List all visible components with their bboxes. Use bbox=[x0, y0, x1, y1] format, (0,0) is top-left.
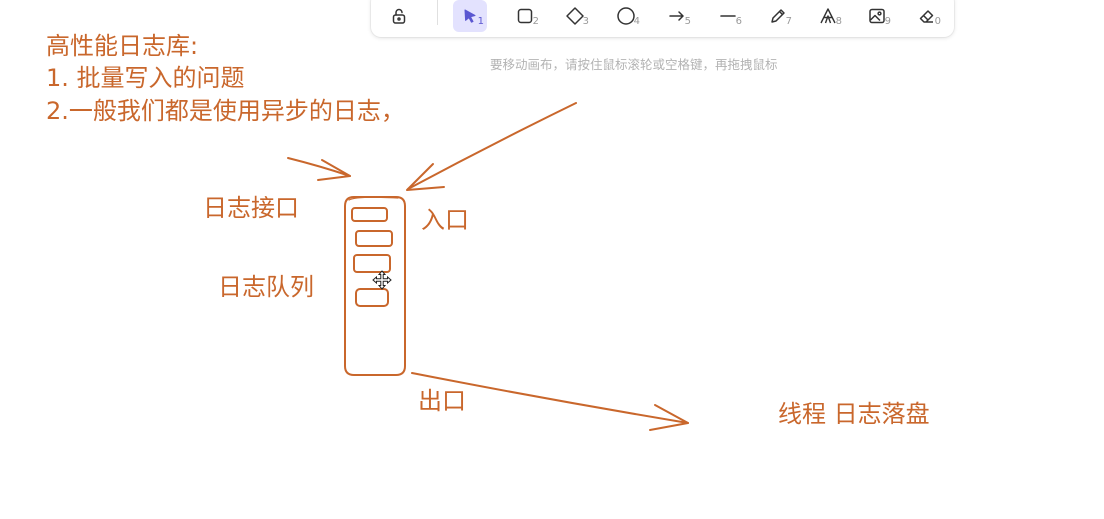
toolbar-divider bbox=[437, 0, 438, 25]
canvas-hint: 要移动画布，请按住鼠标滚轮或空格键，再拖拽鼠标 bbox=[490, 57, 778, 72]
move-cursor-icon bbox=[372, 270, 392, 290]
tool-key: 9 bbox=[884, 16, 891, 27]
tool-key: 6 bbox=[735, 16, 742, 27]
unlock-icon bbox=[390, 7, 408, 25]
eraser-icon bbox=[918, 7, 936, 25]
tool-key: 0 bbox=[934, 16, 941, 27]
tool-eraser[interactable]: 0 bbox=[910, 0, 944, 32]
image-icon bbox=[868, 7, 886, 25]
tool-key: 8 bbox=[835, 16, 842, 27]
tool-line[interactable]: 6 bbox=[711, 0, 745, 32]
tool-key: 2 bbox=[532, 16, 539, 27]
queue-slot bbox=[351, 207, 388, 222]
arrow-icon bbox=[668, 7, 686, 25]
tool-selection[interactable]: 1 bbox=[453, 0, 487, 32]
tool-key: 3 bbox=[582, 16, 589, 27]
note-line-1[interactable]: 1. 批量写入的问题 bbox=[46, 58, 245, 93]
tool-image[interactable]: 9 bbox=[860, 0, 894, 32]
tool-key: 5 bbox=[684, 16, 691, 27]
label-thread-flush[interactable]: 线程 日志落盘 bbox=[778, 394, 930, 429]
label-entry[interactable]: 入口 bbox=[421, 200, 469, 235]
tool-rectangle[interactable]: 2 bbox=[508, 0, 542, 32]
tool-pencil[interactable]: 7 bbox=[761, 0, 795, 32]
lock-button[interactable] bbox=[382, 0, 416, 32]
label-exit[interactable]: 出口 bbox=[418, 381, 466, 416]
note-line-2[interactable]: 2.一般我们都是使用异步的日志， bbox=[46, 91, 405, 126]
label-log-interface[interactable]: 日志接口 bbox=[203, 188, 299, 223]
arrow-interface-in bbox=[287, 157, 351, 181]
tool-ellipse[interactable]: 4 bbox=[609, 0, 643, 32]
rectangle-icon bbox=[516, 7, 534, 25]
tool-key: 4 bbox=[633, 16, 640, 27]
tool-key: 7 bbox=[785, 16, 792, 27]
shape-toolbar: 1 2 3 4 5 6 7 8 9 0 bbox=[371, 0, 954, 37]
arrow-entry-in bbox=[406, 102, 577, 191]
note-title[interactable]: 高性能日志库: bbox=[46, 26, 198, 61]
line-icon bbox=[719, 7, 737, 25]
drawing-canvas[interactable]: 1 2 3 4 5 6 7 8 9 0 要移动画布，请按住鼠标滚轮或空格键，再拖… bbox=[0, 0, 1104, 519]
tool-text[interactable]: 8 bbox=[811, 0, 845, 32]
tool-diamond[interactable]: 3 bbox=[558, 0, 592, 32]
label-log-queue[interactable]: 日志队列 bbox=[218, 267, 314, 302]
queue-slot bbox=[355, 288, 389, 307]
tool-arrow[interactable]: 5 bbox=[660, 0, 694, 32]
queue-slot bbox=[355, 230, 393, 247]
tool-key: 1 bbox=[477, 16, 484, 27]
pencil-icon bbox=[769, 7, 787, 25]
pointer-icon bbox=[462, 8, 478, 24]
